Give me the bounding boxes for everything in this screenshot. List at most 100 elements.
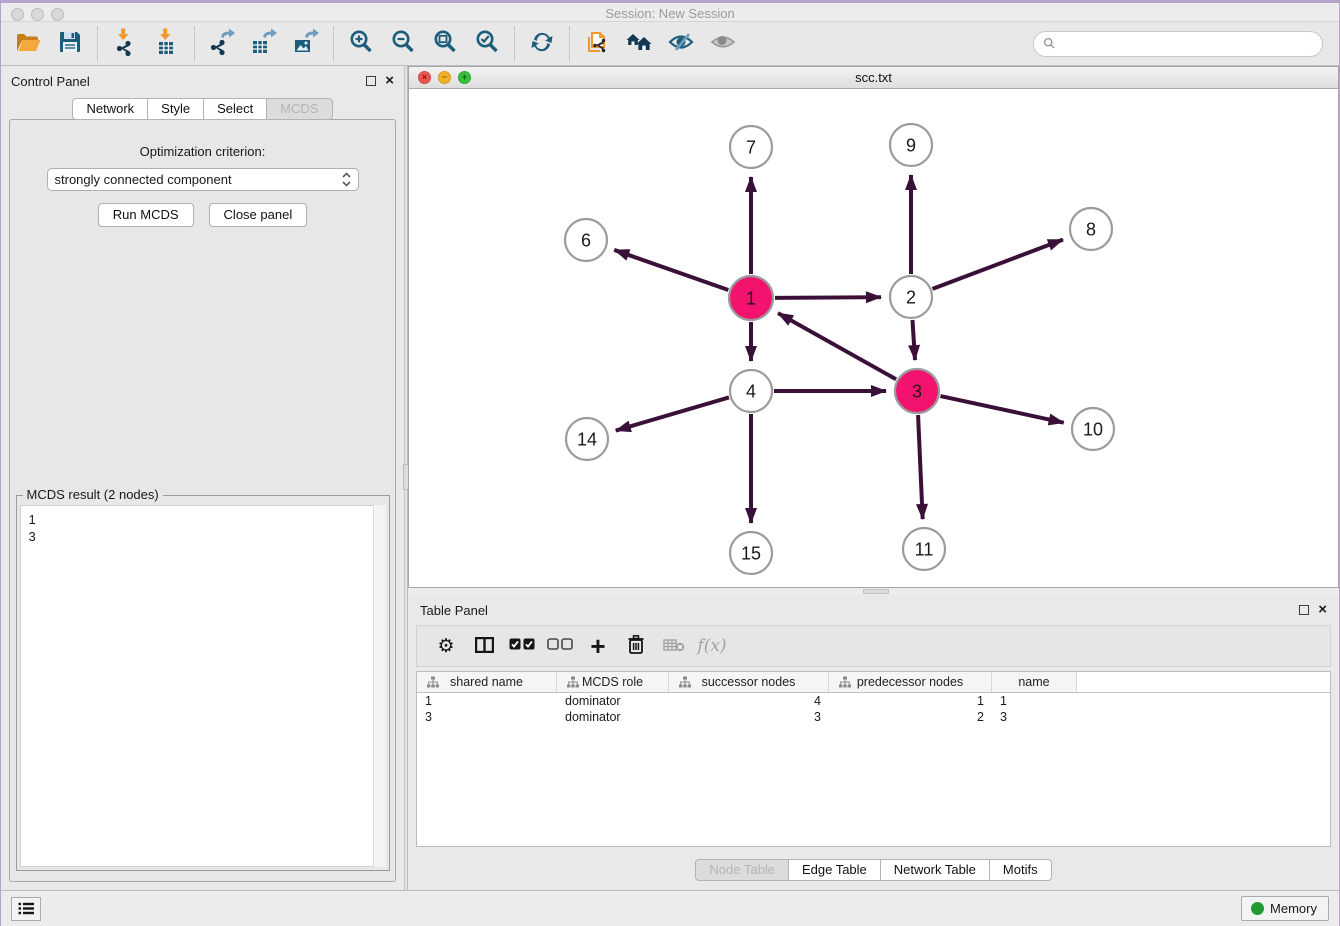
- memory-label: Memory: [1270, 901, 1317, 916]
- column-header-MCDS-role[interactable]: MCDS role: [557, 672, 669, 692]
- column-tree-icon: [834, 676, 846, 688]
- column-header-name[interactable]: name: [992, 672, 1077, 692]
- network-window-titlebar[interactable]: scc.txt × − +: [409, 67, 1338, 89]
- network-graph[interactable]: 7 9 6 8 1 2 4 3 14 10 15 11: [409, 90, 1338, 587]
- import-network-button[interactable]: [104, 26, 146, 62]
- splitter-handle[interactable]: [863, 589, 889, 594]
- graph-node-10[interactable]: 10: [1072, 408, 1114, 450]
- delete-table-button: [657, 629, 691, 663]
- table-cell[interactable]: dominator: [557, 693, 669, 709]
- zoom-out-button[interactable]: [382, 26, 424, 62]
- task-history-button[interactable]: [11, 897, 41, 921]
- column-header-shared-name[interactable]: shared name: [417, 672, 557, 692]
- mcds-result-line: 3: [29, 528, 377, 545]
- table-cell[interactable]: 3: [417, 709, 557, 725]
- edge-3-10[interactable]: [940, 396, 1063, 423]
- memory-button[interactable]: Memory: [1241, 896, 1329, 921]
- network-canvas[interactable]: 7 9 6 8 1 2 4 3 14 10 15 11: [409, 90, 1338, 587]
- save-session-button[interactable]: [49, 26, 91, 62]
- network-window-title: scc.txt: [409, 70, 1338, 85]
- open-file-button[interactable]: [7, 26, 49, 62]
- export-image-icon: [292, 28, 320, 59]
- graph-node-1[interactable]: 1: [729, 276, 773, 320]
- zoom-selected-button[interactable]: [466, 26, 508, 62]
- show-all-button[interactable]: [702, 26, 744, 62]
- tab-network[interactable]: Network: [72, 98, 148, 120]
- tab-motifs[interactable]: Motifs: [990, 859, 1052, 881]
- tab-mcds[interactable]: MCDS: [267, 98, 332, 120]
- edge-4-14[interactable]: [616, 397, 729, 430]
- deselect-all-checkboxes-button[interactable]: [543, 629, 577, 663]
- combo-stepper-icon: [342, 172, 351, 187]
- hide-selected-button[interactable]: [660, 26, 702, 62]
- zoom-fit-button[interactable]: [424, 26, 466, 62]
- table-cell[interactable]: 4: [669, 693, 829, 709]
- tab-style[interactable]: Style: [148, 98, 204, 120]
- main-area: Control Panel × NetworkStyleSelectMCDS O…: [1, 66, 1339, 890]
- node-label: 15: [741, 543, 761, 563]
- settings-gear-button[interactable]: ⚙: [429, 629, 463, 663]
- float-panel-icon[interactable]: [366, 76, 376, 86]
- optimization-select[interactable]: strongly connected component: [47, 168, 359, 191]
- edge-1-2[interactable]: [775, 297, 881, 298]
- graph-node-8[interactable]: 8: [1070, 208, 1112, 250]
- table-cell[interactable]: 1: [992, 693, 1077, 709]
- tab-select[interactable]: Select: [204, 98, 267, 120]
- graph-node-15[interactable]: 15: [730, 532, 772, 574]
- float-panel-icon[interactable]: [1299, 605, 1309, 615]
- home-view-button[interactable]: [618, 26, 660, 62]
- graph-node-14[interactable]: 14: [566, 418, 608, 460]
- mcds-result-scrollbar[interactable]: [373, 505, 386, 867]
- table-cell[interactable]: 2: [829, 709, 992, 725]
- table-row[interactable]: 3dominator323: [417, 709, 1330, 725]
- clone-network-button[interactable]: [576, 26, 618, 62]
- graph-node-9[interactable]: 9: [890, 124, 932, 166]
- table-cell[interactable]: dominator: [557, 709, 669, 725]
- run-mcds-button[interactable]: Run MCDS: [98, 203, 194, 227]
- table-cell[interactable]: 3: [992, 709, 1077, 725]
- control-panel-header: Control Panel ×: [1, 66, 404, 92]
- mcds-result-textarea[interactable]: 13: [20, 505, 386, 867]
- edge-2-8[interactable]: [933, 240, 1063, 289]
- table-cell[interactable]: 1: [417, 693, 557, 709]
- table-cell[interactable]: 3: [669, 709, 829, 725]
- graph-node-3[interactable]: 3: [895, 369, 939, 413]
- table-row[interactable]: 1dominator411: [417, 693, 1330, 709]
- export-image-button[interactable]: [285, 26, 327, 62]
- import-table-button[interactable]: [146, 26, 188, 62]
- export-table-button[interactable]: [243, 26, 285, 62]
- close-panel-icon[interactable]: ×: [385, 76, 394, 86]
- search-field[interactable]: [1033, 31, 1323, 57]
- close-panel-icon[interactable]: ×: [1318, 605, 1327, 615]
- column-header-predecessor-nodes[interactable]: predecessor nodes: [829, 672, 992, 692]
- status-bar: Memory: [1, 890, 1339, 926]
- column-label: name: [1018, 675, 1049, 689]
- delete-rows-icon: [628, 635, 644, 657]
- graph-node-7[interactable]: 7: [730, 126, 772, 168]
- select-all-checkboxes-button[interactable]: [505, 629, 539, 663]
- column-header-successor-nodes[interactable]: successor nodes: [669, 672, 829, 692]
- close-panel-button[interactable]: Close panel: [209, 203, 308, 227]
- add-column-button[interactable]: +: [581, 629, 615, 663]
- split-columns-button[interactable]: [467, 629, 501, 663]
- search-input[interactable]: [1061, 36, 1313, 51]
- graph-node-6[interactable]: 6: [565, 219, 607, 261]
- graph-node-4[interactable]: 4: [730, 370, 772, 412]
- edge-3-11[interactable]: [918, 415, 923, 519]
- edge-2-3[interactable]: [912, 320, 915, 360]
- tab-node-table[interactable]: Node Table: [695, 859, 789, 881]
- table-cell[interactable]: 1: [829, 693, 992, 709]
- tab-edge-table[interactable]: Edge Table: [789, 859, 881, 881]
- delete-rows-button[interactable]: [619, 629, 653, 663]
- refresh-layout-button[interactable]: [521, 26, 563, 62]
- graph-node-2[interactable]: 2: [890, 276, 932, 318]
- panel-splitter-horizontal[interactable]: [408, 588, 1339, 595]
- export-network-button[interactable]: [201, 26, 243, 62]
- edge-1-6[interactable]: [614, 250, 728, 290]
- right-column: scc.txt × − + 7968124314101511 Table Pan…: [408, 66, 1339, 890]
- graph-node-11[interactable]: 11: [903, 528, 945, 570]
- edge-3-1[interactable]: [778, 313, 896, 379]
- zoom-in-button[interactable]: [340, 26, 382, 62]
- tab-network-table[interactable]: Network Table: [881, 859, 990, 881]
- main-toolbar: [1, 22, 1339, 66]
